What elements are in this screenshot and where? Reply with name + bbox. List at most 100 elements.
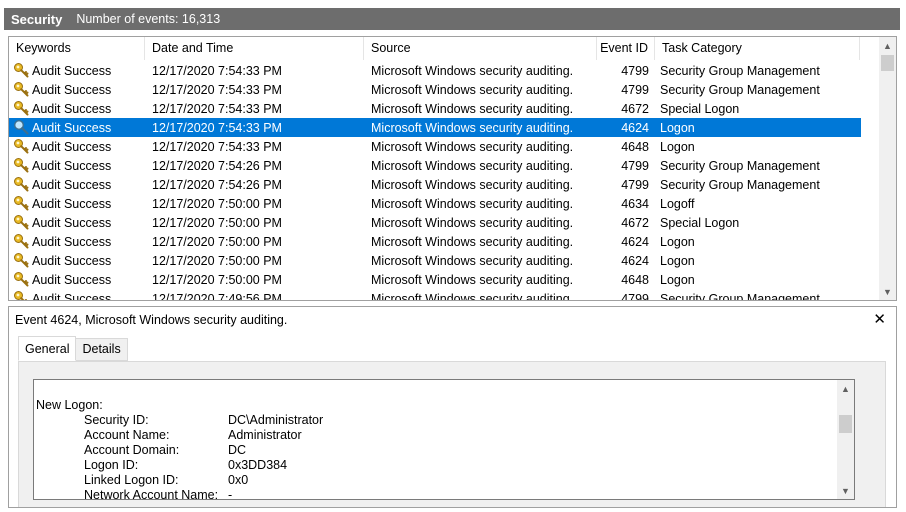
event-id-cell: 4624: [621, 234, 649, 249]
event-id-cell: 4672: [621, 101, 649, 116]
key-icon: [13, 81, 30, 98]
keyword-cell: Audit Success: [9, 119, 145, 136]
event-id-cell: 4624: [621, 253, 649, 268]
log-titlebar: Security Number of events: 16,313: [0, 0, 906, 37]
key-icon: [13, 271, 30, 288]
tab-details[interactable]: Details: [75, 338, 128, 361]
scroll-down-icon[interactable]: ▼: [879, 283, 896, 300]
keyword-label: Audit Success: [32, 196, 112, 211]
column-source[interactable]: Source: [364, 37, 597, 60]
table-row[interactable]: Audit Success 12/17/2020 7:50:00 PM Micros…: [9, 194, 879, 213]
task-category-cell: Logoff: [660, 196, 695, 211]
table-row[interactable]: Audit Success 12/17/2020 7:50:00 PM Micros…: [9, 213, 879, 232]
task-category-cell: Logon: [660, 120, 695, 135]
column-keywords[interactable]: Keywords: [9, 37, 145, 60]
event-id-cell: 4648: [621, 139, 649, 154]
field-value: 0x0: [228, 473, 249, 487]
source-cell: Microsoft Windows security auditing.: [371, 82, 574, 97]
datetime-cell: 12/17/2020 7:49:56 PM: [152, 291, 282, 301]
datetime-cell: 12/17/2020 7:54:26 PM: [152, 177, 282, 192]
field-key: Linked Logon ID:: [84, 473, 179, 487]
description-text: New Logon: Security ID: DC\Administrator A…: [36, 398, 323, 500]
keyword-cell: Audit Success: [9, 290, 145, 301]
event-list[interactable]: Keywords Date and Time Source Event ID T…: [8, 36, 897, 301]
table-row[interactable]: Audit Success 12/17/2020 7:54:33 PM Micros…: [9, 61, 879, 80]
table-row[interactable]: Audit Success 12/17/2020 7:50:00 PM Micros…: [9, 270, 879, 289]
event-id-cell: 4672: [621, 215, 649, 230]
table-row[interactable]: Audit Success 12/17/2020 7:54:33 PM Micros…: [9, 118, 861, 137]
keyword-cell: Audit Success: [9, 214, 145, 231]
field-key: Account Domain:: [84, 443, 180, 457]
keyword-cell: Audit Success: [9, 100, 145, 117]
scroll-thumb[interactable]: [839, 415, 852, 433]
key-icon: [13, 290, 30, 300]
datetime-cell: 12/17/2020 7:50:00 PM: [152, 272, 282, 287]
task-category-cell: Security Group Management: [660, 82, 820, 97]
source-cell: Microsoft Windows security auditing.: [371, 253, 574, 268]
datetime-cell: 12/17/2020 7:54:33 PM: [152, 82, 282, 97]
field-key: Network Account Name:: [84, 488, 219, 500]
magnifier-key-icon: [13, 119, 30, 136]
event-description[interactable]: New Logon: Security ID: DC\Administrator A…: [33, 379, 855, 500]
task-category-cell: Security Group Management: [660, 177, 820, 192]
close-icon[interactable]: ✕: [873, 310, 886, 328]
scroll-up-icon[interactable]: ▲: [879, 37, 896, 54]
general-tab-body: New Logon: Security ID: DC\Administrator A…: [18, 361, 886, 507]
field-value: DC\Administrator: [228, 413, 324, 427]
column-header: Keywords Date and Time Source Event ID T…: [9, 37, 879, 60]
source-cell: Microsoft Windows security auditing.: [371, 177, 574, 192]
detail-field: Logon ID: 0x3DD384: [36, 458, 323, 473]
keyword-label: Audit Success: [32, 253, 112, 268]
scroll-down-icon[interactable]: ▼: [837, 482, 854, 499]
log-name: Security: [11, 11, 63, 27]
keyword-cell: Audit Success: [9, 81, 145, 98]
table-row[interactable]: Audit Success 12/17/2020 7:49:56 PM Micros…: [9, 289, 879, 301]
task-category-cell: Special Logon: [660, 101, 740, 116]
task-category-cell: Logon: [660, 234, 695, 249]
key-icon: [13, 100, 30, 117]
key-icon: [13, 252, 30, 269]
table-row[interactable]: Audit Success 12/17/2020 7:54:26 PM Micros…: [9, 175, 879, 194]
table-row[interactable]: Audit Success 12/17/2020 7:50:00 PM Micros…: [9, 232, 879, 251]
scroll-up-icon[interactable]: ▲: [837, 380, 854, 397]
keyword-cell: Audit Success: [9, 271, 145, 288]
table-row[interactable]: Audit Success 12/17/2020 7:50:00 PM Micros…: [9, 251, 879, 270]
key-icon: [13, 233, 30, 250]
keyword-cell: Audit Success: [9, 62, 145, 79]
tab-general[interactable]: General: [18, 336, 77, 361]
table-row[interactable]: Audit Success 12/17/2020 7:54:33 PM Micros…: [9, 80, 879, 99]
scroll-thumb[interactable]: [881, 55, 894, 71]
detail-title: Event 4624, Microsoft Windows security a…: [15, 313, 288, 327]
datetime-cell: 12/17/2020 7:50:00 PM: [152, 253, 282, 268]
list-scrollbar[interactable]: ▲ ▼: [879, 37, 896, 300]
keyword-label: Audit Success: [32, 177, 112, 192]
column-event-id[interactable]: Event ID: [597, 37, 655, 60]
datetime-cell: 12/17/2020 7:54:33 PM: [152, 120, 282, 135]
description-scrollbar[interactable]: ▲ ▼: [837, 380, 854, 499]
event-id-cell: 4799: [621, 82, 649, 97]
column-date-time[interactable]: Date and Time: [145, 37, 364, 60]
keyword-cell: Audit Success: [9, 157, 145, 174]
event-id-cell: 4799: [621, 63, 649, 78]
datetime-cell: 12/17/2020 7:54:33 PM: [152, 101, 282, 116]
keyword-label: Audit Success: [32, 139, 112, 154]
keyword-label: Audit Success: [32, 272, 112, 287]
task-category-cell: Security Group Management: [660, 63, 820, 78]
detail-field: Linked Logon ID: 0x0: [36, 473, 323, 488]
table-row[interactable]: Audit Success 12/17/2020 7:54:26 PM Micros…: [9, 156, 879, 175]
column-task-category[interactable]: Task Category: [655, 37, 860, 60]
log-header-band: Security Number of events: 16,313: [4, 8, 900, 30]
datetime-cell: 12/17/2020 7:50:00 PM: [152, 234, 282, 249]
datetime-cell: 12/17/2020 7:54:33 PM: [152, 139, 282, 154]
source-cell: Microsoft Windows security auditing.: [371, 139, 574, 154]
keyword-cell: Audit Success: [9, 195, 145, 212]
detail-field: Account Name: Administrator: [36, 428, 323, 443]
keyword-label: Audit Success: [32, 291, 112, 301]
event-id-cell: 4799: [621, 177, 649, 192]
table-row[interactable]: Audit Success 12/17/2020 7:54:33 PM Micros…: [9, 99, 879, 118]
source-cell: Microsoft Windows security auditing.: [371, 120, 574, 135]
source-cell: Microsoft Windows security auditing.: [371, 291, 574, 301]
table-row[interactable]: Audit Success 12/17/2020 7:54:33 PM Micros…: [9, 137, 879, 156]
detail-field: Security ID: DC\Administrator: [36, 413, 323, 428]
event-detail-pane: Event 4624, Microsoft Windows security a…: [8, 306, 897, 508]
